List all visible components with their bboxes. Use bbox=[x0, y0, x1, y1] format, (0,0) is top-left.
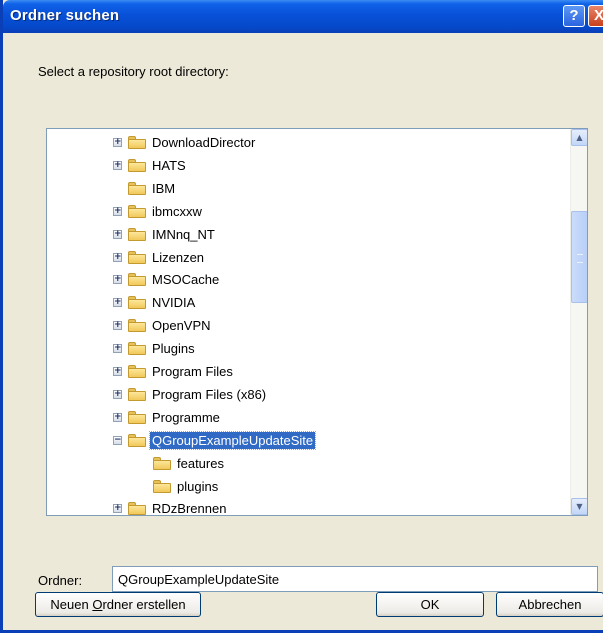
scroll-up-button[interactable]: ▲ bbox=[571, 129, 587, 146]
tree-item-label[interactable]: IMNnq_NT bbox=[150, 226, 217, 243]
folder-field-label: Ordner: bbox=[38, 573, 83, 588]
tree-item-label[interactable]: ibmcxxw bbox=[150, 203, 204, 220]
scroll-thumb[interactable] bbox=[571, 211, 587, 303]
expand-icon[interactable]: + bbox=[113, 275, 122, 285]
scroll-down-button[interactable]: ▼ bbox=[571, 498, 587, 515]
tree-item-label[interactable]: plugins bbox=[175, 478, 220, 495]
title-bar[interactable]: Ordner suchen ? X bbox=[3, 0, 603, 33]
folder-name-input[interactable] bbox=[112, 566, 598, 592]
folder-icon bbox=[128, 387, 146, 401]
folder-icon bbox=[128, 319, 146, 333]
tree-row[interactable]: + IMNnq_NT bbox=[47, 224, 567, 246]
expand-icon[interactable]: + bbox=[113, 412, 122, 422]
dialog-title: Ordner suchen bbox=[10, 7, 120, 24]
grip-icon bbox=[577, 254, 583, 263]
tree-item-label[interactable]: Program Files (x86) bbox=[150, 386, 268, 403]
new-folder-label-post: rdner erstellen bbox=[102, 597, 186, 612]
tree-item-label[interactable]: features bbox=[175, 455, 226, 472]
expand-icon[interactable]: + bbox=[113, 252, 122, 262]
folder-icon bbox=[128, 136, 146, 149]
expand-icon[interactable]: + bbox=[113, 298, 122, 308]
tree-item-label[interactable]: QGroupExampleUpdateSite bbox=[148, 430, 317, 450]
tree-item-label[interactable]: MSOCache bbox=[150, 271, 221, 288]
cancel-button[interactable]: Abbrechen bbox=[496, 592, 603, 617]
folder-icon bbox=[128, 273, 146, 287]
tree-row[interactable]: − QGroupExampleUpdateSite bbox=[47, 430, 567, 452]
expand-icon[interactable]: + bbox=[113, 138, 122, 147]
folder-icon bbox=[128, 502, 146, 515]
close-button[interactable]: X bbox=[588, 5, 603, 27]
expand-icon[interactable]: + bbox=[113, 229, 122, 239]
tree-item-label[interactable]: Program Files bbox=[150, 363, 235, 380]
tree-row[interactable]: + DownloadDirector bbox=[47, 132, 567, 154]
folder-tree[interactable]: + DownloadDirector + HATS IBM + ibmcxxw + IMNnq_… bbox=[46, 128, 588, 516]
tree-row[interactable]: + RDzBrennen bbox=[47, 498, 567, 515]
tree-row[interactable]: + OpenVPN bbox=[47, 315, 567, 337]
folder-browse-dialog: Ordner suchen ? X Select a repository ro… bbox=[0, 0, 603, 633]
tree-item-label[interactable]: NVIDIA bbox=[150, 294, 197, 311]
tree-item-label[interactable]: RDzBrennen bbox=[150, 500, 228, 515]
tree-item-label[interactable]: Programme bbox=[150, 409, 222, 426]
expand-icon[interactable]: + bbox=[113, 321, 122, 331]
ok-button[interactable]: OK bbox=[376, 592, 484, 617]
tree-row[interactable]: IBM bbox=[47, 178, 567, 200]
help-button[interactable]: ? bbox=[563, 5, 585, 27]
folder-icon bbox=[128, 250, 146, 264]
tree-item-label[interactable]: DownloadDirector bbox=[150, 134, 257, 151]
folder-icon bbox=[153, 479, 171, 493]
tree-item-label[interactable]: Lizenzen bbox=[150, 249, 206, 266]
folder-icon bbox=[128, 227, 146, 241]
new-folder-button[interactable]: Neuen Ordner erstellen bbox=[35, 592, 201, 617]
new-folder-label-pre: Neuen bbox=[50, 597, 93, 612]
tree-row[interactable]: + Program Files bbox=[47, 361, 567, 383]
tree-item-label[interactable]: OpenVPN bbox=[150, 317, 213, 334]
folder-icon bbox=[128, 433, 146, 447]
tree-item-label[interactable]: IBM bbox=[150, 180, 177, 197]
folder-icon bbox=[128, 342, 146, 356]
folder-icon bbox=[128, 365, 146, 378]
tree-row[interactable]: + HATS bbox=[47, 155, 567, 177]
expand-icon[interactable]: + bbox=[113, 367, 122, 376]
expand-icon[interactable]: + bbox=[113, 344, 122, 354]
folder-icon bbox=[128, 204, 146, 218]
folder-icon bbox=[153, 456, 171, 470]
tree-row[interactable]: + Program Files (x86) bbox=[47, 384, 567, 406]
tree-item-label[interactable]: Plugins bbox=[150, 340, 197, 357]
collapse-icon[interactable]: − bbox=[113, 435, 122, 445]
expand-icon[interactable]: + bbox=[113, 504, 122, 514]
folder-icon bbox=[128, 158, 146, 172]
tree-row[interactable]: plugins bbox=[47, 476, 567, 498]
tree-row[interactable]: + Programme bbox=[47, 407, 567, 429]
folder-icon bbox=[128, 296, 146, 310]
folder-icon bbox=[128, 410, 146, 424]
tree-row[interactable]: features bbox=[47, 453, 567, 475]
tree-item-label[interactable]: HATS bbox=[150, 157, 188, 174]
tree-row[interactable]: + NVIDIA bbox=[47, 292, 567, 314]
tree-row[interactable]: + Plugins bbox=[47, 338, 567, 360]
new-folder-label-mnemonic: O bbox=[92, 597, 103, 612]
tree-row[interactable]: + MSOCache bbox=[47, 269, 567, 291]
expand-icon[interactable]: + bbox=[113, 206, 122, 216]
folder-icon bbox=[128, 181, 146, 195]
expand-icon[interactable]: + bbox=[113, 389, 122, 399]
instruction-text: Select a repository root directory: bbox=[38, 64, 229, 79]
tree-row[interactable]: + Lizenzen bbox=[47, 247, 567, 269]
tree-row[interactable]: + ibmcxxw bbox=[47, 201, 567, 223]
expand-icon[interactable]: + bbox=[113, 160, 122, 170]
vertical-scrollbar[interactable]: ▲ ▼ bbox=[570, 129, 587, 515]
